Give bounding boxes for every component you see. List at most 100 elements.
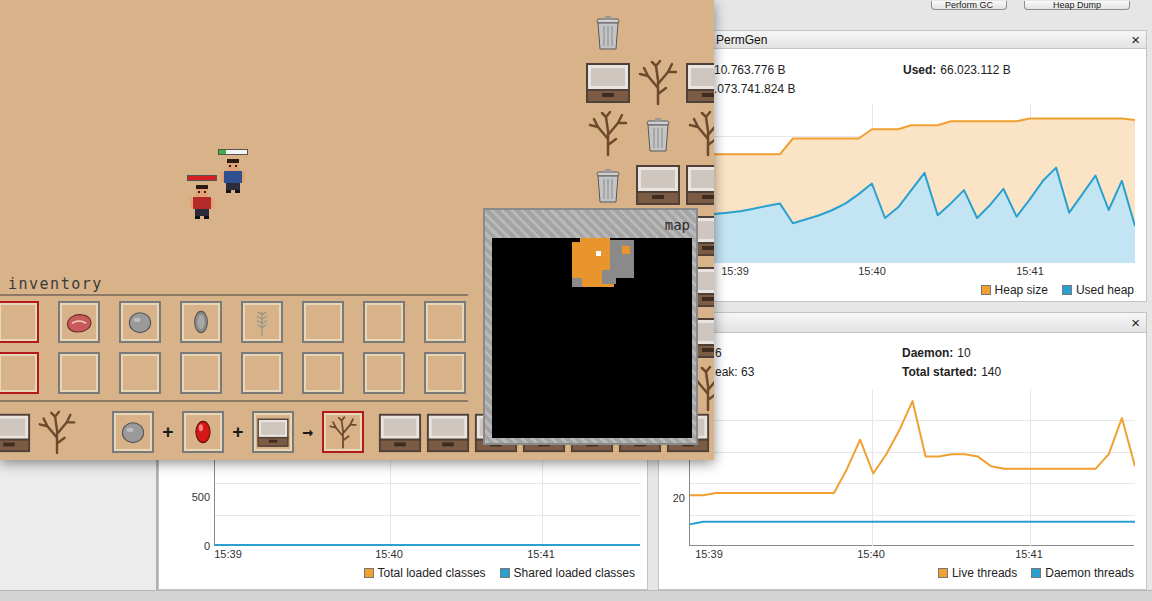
hotbar-slot[interactable]	[182, 411, 224, 453]
heap-panel: PermGen×10.763.776 B.073.741.824 BUsed:6…	[714, 30, 1147, 302]
map-tile[interactable]	[633, 56, 683, 107]
toolbar-button[interactable]: Perform GC	[931, 1, 1007, 10]
panel-header: PermGen ×	[714, 31, 1146, 49]
inventory-slot[interactable]	[302, 301, 344, 343]
map-tile[interactable]	[583, 107, 633, 158]
stat-line: Total started: 140	[902, 363, 1146, 382]
hotbar-item[interactable]	[376, 408, 424, 456]
wheat-icon	[245, 305, 279, 339]
chart-canvas	[690, 389, 1135, 546]
hotbar-slot[interactable]	[252, 411, 294, 453]
legend-label: Live threads	[952, 566, 1017, 580]
health-bar	[187, 175, 217, 181]
inventory-slot[interactable]	[119, 301, 161, 343]
series-area	[714, 119, 1135, 263]
inventory-slot[interactable]	[424, 352, 466, 394]
chest-icon	[377, 409, 423, 455]
stat-line: Used:66.023.112 B	[903, 61, 1146, 80]
character[interactable]	[218, 149, 248, 194]
chart-legend: Total loaded classesShared loaded classe…	[159, 562, 647, 584]
legend-item: Daemon threads	[1031, 564, 1134, 582]
chart-canvas	[714, 104, 1135, 263]
panel-tab[interactable]: PermGen	[716, 33, 767, 47]
stat-label: Daemon:	[902, 346, 953, 360]
inventory-title: inventory	[0, 272, 468, 296]
map-tile[interactable]	[633, 5, 683, 56]
character[interactable]	[187, 175, 217, 220]
inventory-slot[interactable]	[180, 301, 222, 343]
inventory-slot[interactable]	[363, 301, 405, 343]
stat-value: 66.023.112 B	[940, 63, 1011, 77]
stat-value: 140	[981, 365, 1001, 379]
x-tick: 15:39	[695, 547, 723, 561]
operator-symbol: →	[303, 421, 314, 442]
plot-area	[714, 104, 1135, 263]
series-line	[215, 544, 640, 546]
stat-line: Daemon:10	[902, 344, 1146, 363]
hotbar-item[interactable]	[0, 408, 33, 456]
inventory-slot[interactable]	[0, 301, 39, 343]
hotbar-item[interactable]	[424, 408, 472, 456]
stat-label: Total started:	[902, 365, 977, 379]
health-color	[219, 150, 226, 154]
slot-item	[0, 409, 32, 455]
hotbar-slot[interactable]	[112, 411, 154, 453]
map-tile[interactable]	[683, 5, 714, 56]
series-line	[690, 401, 1135, 495]
slot-item	[245, 305, 279, 339]
inventory-slot[interactable]	[58, 301, 100, 343]
inventory-slot[interactable]	[119, 352, 161, 394]
minimap-view	[492, 238, 692, 438]
inventory-slot[interactable]	[58, 352, 100, 394]
stat-line: 10.763.776 B	[714, 61, 903, 80]
inventory-panel: inventory	[0, 272, 468, 402]
map-tile[interactable]	[633, 158, 683, 209]
status-bar	[0, 590, 1152, 601]
grid-line	[215, 483, 640, 484]
map-tile[interactable]	[583, 56, 633, 107]
panel-header: ×	[659, 313, 1146, 333]
stone-icon	[123, 305, 157, 339]
flint-icon	[184, 305, 218, 339]
x-axis: 15:3915:4015:41	[659, 546, 1146, 562]
x-tick: 15:40	[857, 547, 885, 561]
inventory-row	[0, 301, 468, 343]
slot-item	[123, 305, 157, 339]
slot-item	[377, 409, 423, 455]
inventory-slot[interactable]	[180, 352, 222, 394]
inventory-slot[interactable]	[302, 352, 344, 394]
stat-text: eak: 63	[715, 365, 754, 379]
slot-item	[62, 305, 96, 339]
health-fill	[188, 176, 216, 180]
stats-right: Used:66.023.112 B	[903, 61, 1146, 99]
gem-icon	[186, 415, 220, 449]
series-line	[714, 119, 1135, 155]
toolbar-button[interactable]: Heap Dump	[1024, 1, 1130, 10]
series-line	[690, 522, 1135, 525]
close-button[interactable]: ×	[1131, 316, 1140, 330]
map-tile[interactable]	[583, 5, 633, 56]
map-tile[interactable]	[683, 56, 714, 107]
plot-area	[689, 389, 1134, 546]
inventory-slot[interactable]	[363, 352, 405, 394]
hotbar-item[interactable]	[33, 408, 81, 456]
slot-item	[425, 409, 471, 455]
inventory-slot[interactable]	[0, 352, 39, 394]
game-window[interactable]: inventory++→map	[0, 0, 714, 460]
map-tile[interactable]	[683, 158, 714, 209]
stat-line: eak: 63	[715, 363, 902, 382]
inventory-slot[interactable]	[241, 352, 283, 394]
x-tick: 15:40	[375, 547, 403, 561]
grid-line	[690, 452, 1135, 453]
minimap[interactable]: map	[483, 208, 698, 445]
map-tile[interactable]	[633, 107, 683, 158]
trash-icon	[584, 7, 632, 55]
inventory-slot[interactable]	[424, 301, 466, 343]
grid-line	[215, 515, 640, 516]
hotbar-slot[interactable]	[322, 411, 364, 453]
close-button[interactable]: ×	[1131, 33, 1140, 47]
inventory-slot[interactable]	[241, 301, 283, 343]
legend-swatch	[500, 568, 510, 578]
map-tile[interactable]	[583, 158, 633, 209]
map-tile[interactable]	[683, 107, 714, 158]
